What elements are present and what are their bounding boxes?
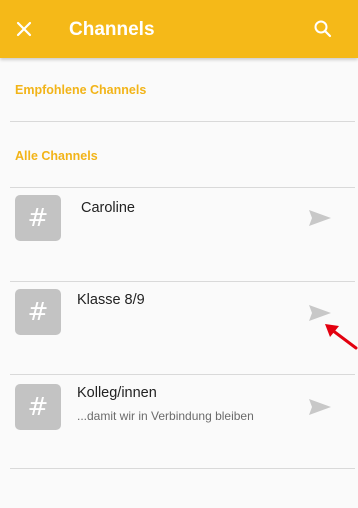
channel-name: Klasse 8/9 xyxy=(77,292,145,308)
channel-name: Caroline xyxy=(81,200,135,216)
channel-item-klasse-8-9[interactable]: # Klasse 8/9 xyxy=(0,282,358,374)
app-bar: Channels xyxy=(0,0,358,58)
channel-description: ...damit wir in Verbindung bleiben xyxy=(77,409,254,423)
divider xyxy=(10,468,355,469)
channel-item-kolleg-innen[interactable]: # Kolleg/innen ...damit wir in Verbindun… xyxy=(0,375,358,467)
channel-item-caroline[interactable]: # Caroline xyxy=(0,188,358,280)
close-icon[interactable] xyxy=(10,15,38,43)
channel-hash-icon: # xyxy=(15,195,61,241)
page-title: Channels xyxy=(69,19,155,40)
section-header-all: Alle Channels xyxy=(15,149,98,163)
divider xyxy=(10,121,355,122)
annotation-arrow-icon xyxy=(322,318,358,352)
search-icon[interactable] xyxy=(309,15,337,43)
channel-hash-icon: # xyxy=(15,289,61,335)
send-icon[interactable] xyxy=(308,397,332,417)
send-icon[interactable] xyxy=(308,208,332,228)
section-header-recommended: Empfohlene Channels xyxy=(15,83,147,97)
channel-name: Kolleg/innen xyxy=(77,385,157,401)
channel-hash-icon: # xyxy=(15,384,61,430)
